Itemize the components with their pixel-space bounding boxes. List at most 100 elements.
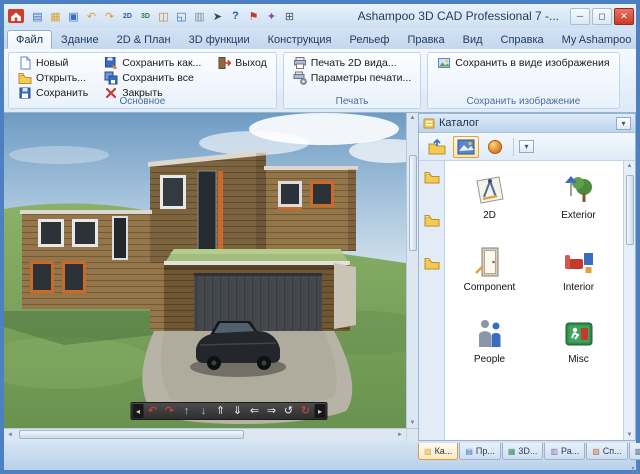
vertical-scroll-thumb[interactable] — [408, 155, 417, 251]
minimize-button[interactable]: ─ — [570, 7, 590, 25]
move-up-icon[interactable]: ⇑ — [213, 404, 229, 419]
catalog-scroll-thumb[interactable] — [625, 175, 634, 245]
new-project-icon[interactable]: ▤ — [29, 8, 46, 25]
move-down-icon[interactable]: ⇓ — [230, 404, 246, 419]
resize-grip[interactable] — [627, 461, 639, 473]
nav-scroll-right-button[interactable]: ▸ — [314, 404, 326, 418]
panel-tab-label: Сп... — [602, 446, 622, 456]
scroll-left-icon[interactable]: ◄ — [4, 432, 16, 438]
catalog-item-exterior[interactable]: Exterior — [534, 173, 623, 221]
tab-2d-plan[interactable]: 2D & План — [108, 30, 180, 49]
close-button[interactable]: ✕ — [614, 7, 634, 25]
window-grid-icon[interactable]: ▥ — [191, 8, 208, 25]
folder-icon[interactable] — [424, 257, 440, 270]
catalog-dropdown-button[interactable]: ▾ — [519, 140, 534, 153]
orbit-left-icon[interactable]: ↺ — [281, 404, 297, 419]
panel-tab-icon: ▤ — [465, 446, 473, 456]
catalog-item-misc[interactable]: Misc — [534, 317, 623, 365]
tab-edit[interactable]: Правка — [398, 30, 453, 49]
catalog-toolbar: ▾ — [419, 133, 635, 161]
redo-icon[interactable]: ↷ — [101, 8, 118, 25]
group-label-print: Печать — [335, 96, 369, 107]
move-left-icon[interactable]: ⇐ — [247, 404, 263, 419]
flag-tool-icon[interactable]: ⚑ — [245, 8, 262, 25]
exit-button[interactable]: Выход — [215, 55, 268, 70]
folder-icon[interactable] — [424, 171, 440, 184]
catalog-item-label: Component — [463, 282, 516, 293]
window-tile-icon[interactable]: ◫ — [155, 8, 172, 25]
ribbon-group-save-image: Сохранить в виде изображения Сохранить и… — [427, 52, 620, 109]
save-project-icon[interactable]: ▣ — [65, 8, 82, 25]
catalog-item-interior[interactable]: Interior — [534, 245, 623, 293]
save-as-button[interactable]: Сохранить как... — [102, 55, 203, 70]
view-3d-icon[interactable]: 3D — [137, 8, 154, 25]
context-help-icon[interactable]: ? — [227, 8, 244, 25]
render-tool-icon[interactable]: ✦ — [263, 8, 280, 25]
tab-file[interactable]: Файл — [7, 30, 53, 49]
folder-icon[interactable] — [424, 214, 440, 227]
tab-view[interactable]: Вид — [454, 30, 492, 49]
new-button[interactable]: Новый — [16, 55, 90, 70]
viewport-nav-toolbar: ◂ ↶ ↷ ↑ ↓ ⇑ ⇓ ⇐ ⇒ ↺ ↻ ▸ — [130, 402, 328, 420]
select-tool-icon[interactable]: ➤ — [209, 8, 226, 25]
panel-tab-panel[interactable]: ▩ Па... — [628, 443, 640, 460]
rotate-right-icon[interactable]: ↷ — [162, 404, 178, 419]
catalog-vertical-scrollbar[interactable]: ▲ ▼ — [623, 161, 635, 440]
panel-tab-label: Ка... — [434, 446, 453, 456]
scroll-up-icon[interactable]: ▲ — [627, 163, 633, 169]
window-cascade-icon[interactable]: ◱ — [173, 8, 190, 25]
nav-scroll-left-button[interactable]: ◂ — [132, 404, 144, 418]
maximize-button[interactable]: ◻ — [592, 7, 612, 25]
ribbon-group-main: Новый Открыть... Сохранить Сохранить как… — [8, 52, 277, 109]
horizontal-scroll-thumb[interactable] — [19, 430, 244, 439]
catalog-view-button[interactable] — [453, 135, 479, 158]
window-title: Ashampoo 3D CAD Professional 7 -... — [357, 9, 559, 23]
scene-3d-house[interactable] — [4, 113, 406, 428]
panel-tab-help[interactable]: ▧ Сп... — [586, 443, 628, 460]
scroll-down-icon[interactable]: ▼ — [627, 432, 633, 438]
scroll-right-icon[interactable]: ► — [394, 432, 406, 438]
panel-menu-button[interactable]: ▾ — [616, 116, 631, 130]
panel-tab-work[interactable]: ▥ Ра... — [544, 443, 586, 460]
panel-tab-projects[interactable]: ▤ Пр... — [459, 443, 501, 460]
tab-help[interactable]: Справка — [492, 30, 553, 49]
tab-building[interactable]: Здание — [52, 30, 108, 49]
scroll-down-icon[interactable]: ▼ — [410, 420, 416, 426]
print-settings-label: Параметры печати... — [310, 71, 412, 84]
orbit-right-icon[interactable]: ↻ — [298, 404, 314, 419]
save-all-button[interactable]: Сохранить все — [102, 70, 203, 85]
tab-my-ashampoo[interactable]: My Ashampoo — [553, 30, 640, 49]
scroll-up-icon[interactable]: ▲ — [410, 115, 416, 121]
up-level-button[interactable] — [424, 136, 450, 158]
tab-3d-functions[interactable]: 3D функции — [180, 30, 259, 49]
catalog-item-people[interactable]: People — [445, 317, 534, 365]
tilt-down-icon[interactable]: ↓ — [196, 404, 212, 419]
open-button[interactable]: Открыть... — [16, 70, 90, 85]
catalog-item-component[interactable]: Component — [445, 245, 534, 293]
print-settings-button[interactable]: Параметры печати... — [291, 70, 414, 85]
materials-button[interactable] — [482, 136, 508, 158]
panel-tab-3d[interactable]: ▦ 3D... — [501, 443, 544, 460]
horizontal-scroll-track[interactable] — [16, 429, 394, 441]
save-as-image-button[interactable]: Сохранить в виде изображения — [435, 55, 611, 70]
tab-terrain[interactable]: Рельеф — [341, 30, 399, 49]
open-project-icon[interactable]: ▦ — [47, 8, 64, 25]
bottom-bar: ▨ Ка... ▤ Пр... ▦ 3D... ▥ Ра... ▧ Сп... … — [4, 441, 640, 470]
rotate-left-icon[interactable]: ↶ — [145, 404, 161, 419]
viewport-horizontal-scrollbar[interactable]: ◄ ► — [4, 428, 418, 441]
catalog-item-2d[interactable]: 2D — [445, 173, 534, 221]
tilt-up-icon[interactable]: ↑ — [179, 404, 195, 419]
category-2d-icon — [475, 176, 504, 204]
print-2d-button[interactable]: Печать 2D вида... — [291, 55, 414, 70]
printer-icon — [293, 56, 306, 69]
undo-icon[interactable]: ↶ — [83, 8, 100, 25]
print-2d-label: Печать 2D вида... — [310, 56, 397, 69]
view-2d-icon[interactable]: 2D — [119, 8, 136, 25]
panel-tab-icon: ▦ — [507, 446, 516, 456]
move-right-icon[interactable]: ⇒ — [264, 404, 280, 419]
tab-construction[interactable]: Конструкция — [259, 30, 341, 49]
viewport-vertical-scrollbar[interactable]: ▲ ▼ — [406, 113, 418, 428]
measure-tool-icon[interactable]: ⊞ — [281, 8, 298, 25]
viewport-3d[interactable]: ▲ ▼ ◂ ↶ ↷ ↑ ↓ ⇑ ⇓ ⇐ ⇒ ↺ ↻ ▸ — [4, 113, 418, 428]
panel-tab-catalog[interactable]: ▨ Ка... — [418, 443, 459, 460]
